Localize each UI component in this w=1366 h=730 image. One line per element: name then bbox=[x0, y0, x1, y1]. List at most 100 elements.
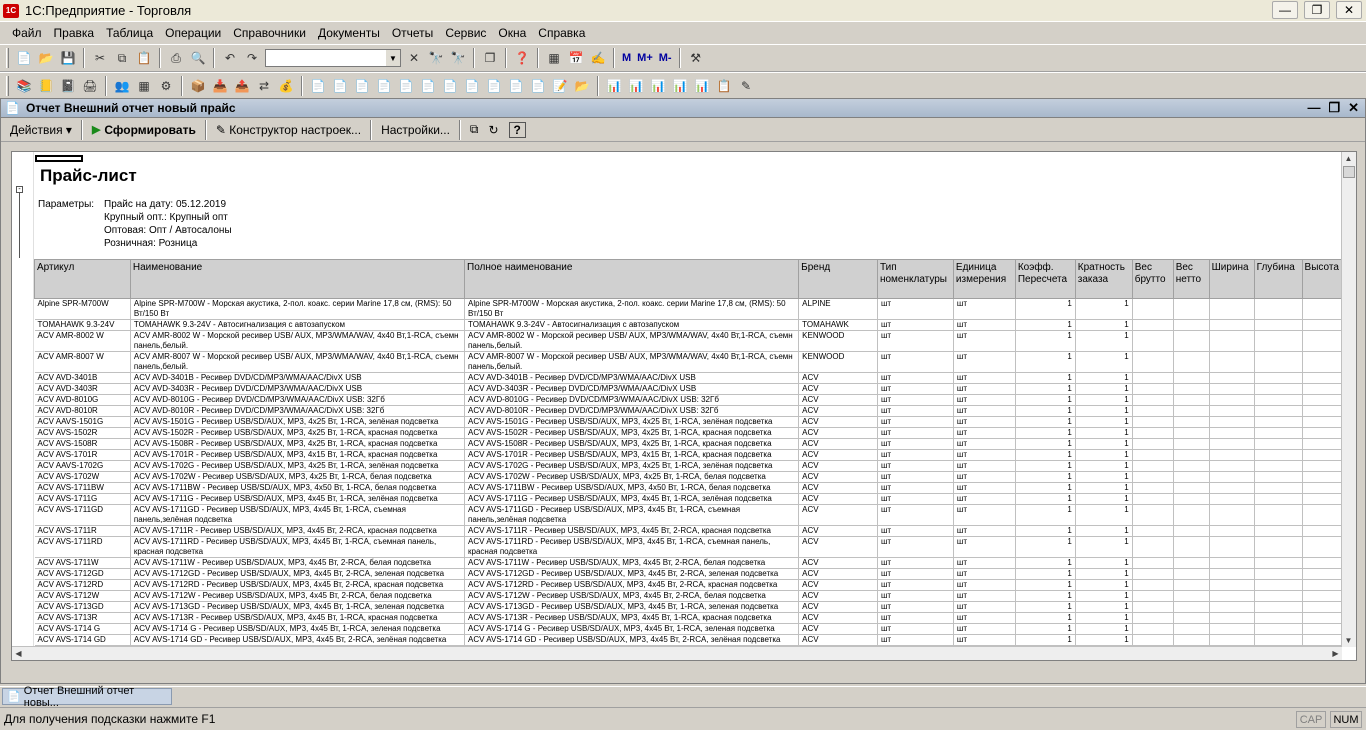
table-row[interactable]: ACV AVS-1711W ACV AVS-1711W - Ресивер USB… bbox=[34, 557, 1342, 569]
toolbar-grip[interactable] bbox=[6, 48, 9, 68]
preview-icon[interactable]: 🔍 bbox=[189, 49, 207, 67]
copy-report-icon[interactable]: ⧉ bbox=[465, 122, 484, 137]
table-row[interactable]: ACV AVS-1711GD ACV AVS-1711GD - Ресивер U… bbox=[34, 504, 1342, 526]
receipt-icon[interactable]: 📥 bbox=[211, 77, 229, 95]
generate-button[interactable]: ▶ Сформировать bbox=[87, 123, 201, 137]
windows-icon[interactable]: ❐ bbox=[481, 49, 499, 67]
report-stock-icon[interactable]: 📊 bbox=[627, 77, 645, 95]
doc-out-icon[interactable]: 📄 bbox=[331, 77, 349, 95]
report-price-icon[interactable]: 📊 bbox=[693, 77, 711, 95]
chevron-down-icon[interactable]: ▼ bbox=[386, 50, 400, 66]
table-row[interactable]: ACV AVS-1712GD ACV AVS-1712GD - Ресивер U… bbox=[34, 568, 1342, 580]
table-row[interactable]: ACV AVS-1711BW ACV AVS-1711BW - Ресивер U… bbox=[34, 482, 1342, 494]
search-combo[interactable]: ▼ bbox=[265, 49, 401, 67]
doc-cash-icon[interactable]: 📄 bbox=[463, 77, 481, 95]
menu-reports[interactable]: Отчеты bbox=[386, 26, 439, 40]
table-row[interactable]: ACV AVS-1508R ACV AVS-1508R - Ресивер USB… bbox=[34, 438, 1342, 450]
collapse-group-icon[interactable]: - bbox=[16, 186, 23, 193]
doc-report-icon[interactable]: 📄 bbox=[507, 77, 525, 95]
close-button[interactable]: ✕ bbox=[1336, 1, 1362, 19]
memory-button[interactable]: M bbox=[622, 52, 631, 64]
menu-catalogs[interactable]: Справочники bbox=[227, 26, 312, 40]
taskbar-item-report[interactable]: 📄 Отчет Внешний отчет новы... bbox=[2, 685, 172, 709]
report-sales-icon[interactable]: 📊 bbox=[605, 77, 623, 95]
undo-icon[interactable]: ↶ bbox=[221, 49, 239, 67]
transfer-icon[interactable]: ⇄ bbox=[255, 77, 273, 95]
hand-icon[interactable]: ✍ bbox=[589, 49, 607, 67]
table-row[interactable]: ACV AVS-1713R ACV AVS-1713R - Ресивер USB… bbox=[34, 612, 1342, 624]
vertical-scrollbar[interactable]: ▲ ▼ bbox=[1341, 152, 1356, 647]
report-money-icon[interactable]: 📊 bbox=[649, 77, 667, 95]
report-list-icon[interactable]: 📋 bbox=[715, 77, 733, 95]
copy-icon[interactable]: ⧉ bbox=[113, 49, 131, 67]
doc-bank-icon[interactable]: 📄 bbox=[485, 77, 503, 95]
cut-icon[interactable]: ✂ bbox=[91, 49, 109, 67]
minimize-button[interactable]: — bbox=[1272, 1, 1298, 19]
menu-table[interactable]: Таблица bbox=[100, 26, 159, 40]
cash-register-icon[interactable]: 🖨 bbox=[81, 77, 99, 95]
scroll-down-icon[interactable]: ▼ bbox=[1342, 634, 1355, 647]
table-row[interactable]: ACV AVS-1702W ACV AVS-1702W - Ресивер USB… bbox=[34, 471, 1342, 483]
table-row[interactable]: ACV AVS-1713GD ACV AVS-1713GD - Ресивер U… bbox=[34, 601, 1342, 613]
table-row[interactable]: ACV AVS-1701R ACV AVS-1701R - Ресивер USB… bbox=[34, 449, 1342, 461]
table-row[interactable]: ACV AVS-1714 GD ACV AVS-1714 GD - Ресивер… bbox=[34, 634, 1342, 646]
register-icon[interactable]: 📒 bbox=[37, 77, 55, 95]
table-row[interactable]: ACV AVD-3403R ACV AVD-3403R - Ресивер DVD… bbox=[34, 383, 1342, 395]
table-row[interactable]: ACV AVS-1712W ACV AVS-1712W - Ресивер USB… bbox=[34, 590, 1342, 602]
horizontal-scrollbar[interactable]: ◀ ▶ bbox=[12, 646, 1342, 660]
doc-export-icon[interactable]: 📂 bbox=[573, 77, 591, 95]
restore-button[interactable]: ❐ bbox=[1304, 1, 1330, 19]
menu-file[interactable]: Файл bbox=[6, 26, 48, 40]
products-icon[interactable]: ▦ bbox=[135, 77, 153, 95]
calculator-icon[interactable]: ▦ bbox=[545, 49, 563, 67]
table-row[interactable]: ACV AVS-1711G ACV AVS-1711G - Ресивер USB… bbox=[34, 493, 1342, 505]
settings-icon[interactable]: ⚙ bbox=[157, 77, 175, 95]
tools-icon[interactable]: ⚒ bbox=[687, 49, 705, 67]
table-row[interactable]: ACV AMR-8002 W ACV AMR-8002 W - Морской р… bbox=[34, 330, 1342, 352]
scroll-right-icon[interactable]: ▶ bbox=[1329, 647, 1342, 660]
find-icon[interactable]: 🔭 bbox=[427, 49, 445, 67]
find-next-icon[interactable]: 🔭 bbox=[449, 49, 467, 67]
menu-edit[interactable]: Правка bbox=[48, 26, 101, 40]
menu-windows[interactable]: Окна bbox=[492, 26, 532, 40]
report-edit-icon[interactable]: ✎ bbox=[737, 77, 755, 95]
payment-icon[interactable]: 💰 bbox=[277, 77, 295, 95]
redo-icon[interactable]: ↷ bbox=[243, 49, 261, 67]
vertical-scroll-thumb[interactable] bbox=[1343, 166, 1355, 178]
paste-icon[interactable]: 📋 bbox=[135, 49, 153, 67]
refresh-report-icon[interactable]: ↻ bbox=[483, 123, 503, 137]
doc-price-icon[interactable]: 📄 bbox=[441, 77, 459, 95]
table-row[interactable]: ACV AVS-1502R ACV AVS-1502R - Ресивер USB… bbox=[34, 427, 1342, 439]
help-search-icon[interactable]: ❓ bbox=[513, 49, 531, 67]
journal-icon[interactable]: 📓 bbox=[59, 77, 77, 95]
doc-edit-icon[interactable]: 📝 bbox=[551, 77, 569, 95]
new-document-icon[interactable]: 📄 bbox=[15, 49, 33, 67]
menu-help[interactable]: Справка bbox=[532, 26, 591, 40]
users-icon[interactable]: 👥 bbox=[113, 77, 131, 95]
table-row[interactable]: ACV AAVS-1702G ACV AVS-1702G - Ресивер US… bbox=[34, 460, 1342, 472]
doc-inventory-icon[interactable]: 📄 bbox=[419, 77, 437, 95]
doc-return-icon[interactable]: 📄 bbox=[353, 77, 371, 95]
table-row[interactable]: ACV AVS-1711RD ACV AVS-1711RD - Ресивер U… bbox=[34, 536, 1342, 558]
menu-documents[interactable]: Документы bbox=[312, 26, 386, 40]
toolbar-grip[interactable] bbox=[6, 76, 9, 96]
scroll-left-icon[interactable]: ◀ bbox=[12, 647, 25, 660]
menu-service[interactable]: Сервис bbox=[439, 26, 492, 40]
doc-check-icon[interactable]: 📄 bbox=[529, 77, 547, 95]
books-icon[interactable]: 📚 bbox=[15, 77, 33, 95]
print-icon[interactable]: ⎙ bbox=[167, 49, 185, 67]
save-icon[interactable]: 💾 bbox=[59, 49, 77, 67]
table-row[interactable]: ACV AVS-1714 G ACV AVS-1714 G - Ресивер U… bbox=[34, 623, 1342, 635]
memory-plus-button[interactable]: M+ bbox=[637, 52, 653, 64]
open-icon[interactable]: 📂 bbox=[37, 49, 55, 67]
table-row[interactable]: ACV AMR-8007 W ACV AMR-8007 W - Морской р… bbox=[34, 351, 1342, 373]
table-row[interactable]: ACV AVD-8010R ACV AVD-8010R - Ресивер DVD… bbox=[34, 405, 1342, 417]
doc-write-off-icon[interactable]: 📄 bbox=[397, 77, 415, 95]
help-button[interactable]: ? bbox=[504, 121, 531, 138]
menu-operations[interactable]: Операции bbox=[159, 26, 227, 40]
clear-search-icon[interactable]: ✕ bbox=[405, 49, 423, 67]
report-debts-icon[interactable]: 📊 bbox=[671, 77, 689, 95]
table-row[interactable]: ACV AVS-1712RD ACV AVS-1712RD - Ресивер U… bbox=[34, 579, 1342, 591]
scroll-up-icon[interactable]: ▲ bbox=[1342, 152, 1355, 165]
order-icon[interactable]: 📦 bbox=[189, 77, 207, 95]
